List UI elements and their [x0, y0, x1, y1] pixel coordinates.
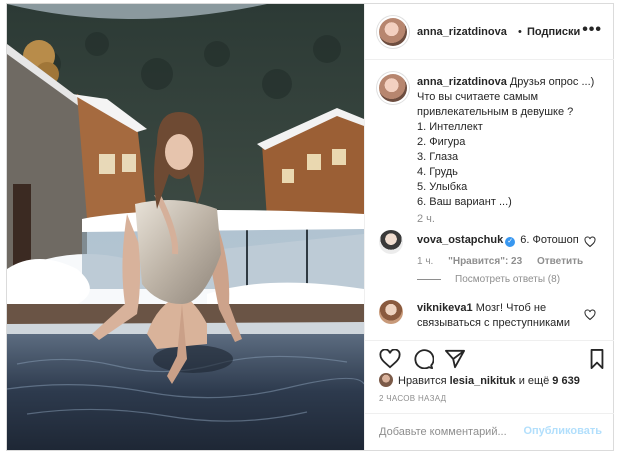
- more-options-icon[interactable]: •••: [582, 21, 602, 39]
- separator-dot: •: [518, 26, 522, 38]
- comment-likes-count[interactable]: "Нравится": 23: [448, 256, 522, 267]
- caption-avatar[interactable]: [379, 74, 407, 102]
- comment-time[interactable]: 1 ч.: [417, 256, 433, 267]
- likes-count[interactable]: 9 639: [552, 375, 580, 387]
- publish-button[interactable]: Опубликовать: [523, 425, 602, 437]
- view-replies-label: Посмотреть ответы (8): [455, 274, 561, 285]
- share-icon[interactable]: [444, 349, 466, 369]
- caption-line: 1. Интеллект: [417, 121, 483, 133]
- post-sidebar: anna_rizatdinova • Подписки ••• anna_riz…: [364, 4, 614, 450]
- caption-time[interactable]: 2 ч.: [417, 213, 435, 225]
- comment-icon[interactable]: [412, 349, 434, 369]
- comment-username[interactable]: viknikeva1: [417, 302, 473, 314]
- comment-like-heart-icon[interactable]: [584, 236, 596, 248]
- photo-illustration: [7, 4, 364, 450]
- add-comment-bar: Опубликовать: [365, 413, 614, 450]
- comment-body: 6. Фотошоп: [520, 234, 579, 246]
- caption-line: 5. Улыбка: [417, 181, 468, 193]
- caption-line: Друзья опрос ...): [509, 76, 595, 88]
- likes-prefix: Нравится: [398, 375, 447, 387]
- post-timestamp[interactable]: 2 ЧАСОВ НАЗАД: [379, 394, 446, 403]
- caption-text: anna_rizatdinova Друзья опрос ...) Что вы…: [417, 75, 607, 210]
- likes-suffix: и ещё: [518, 375, 550, 387]
- bookmark-icon[interactable]: [589, 349, 605, 369]
- comment-username[interactable]: vova_ostapchuk: [417, 234, 503, 246]
- action-bar: [365, 340, 614, 376]
- view-replies-button[interactable]: Посмотреть ответы (8): [417, 274, 560, 285]
- comment-meta: 1 ч. "Нравится": 23 Ответить: [417, 256, 595, 267]
- comment-text: vova_ostapchuk ✓ 6. Фотошоп: [417, 233, 587, 248]
- caption-username[interactable]: anna_rizatdinova: [417, 76, 507, 88]
- caption-line: 2. Фигура: [417, 136, 466, 148]
- caption-line: Что вы считаете самым: [417, 91, 538, 103]
- caption-line: привлекательным в девушке ?: [417, 106, 574, 118]
- liker-username[interactable]: lesia_nikituk: [450, 375, 516, 387]
- post-header: anna_rizatdinova • Подписки •••: [365, 4, 614, 60]
- author-avatar[interactable]: [379, 18, 407, 46]
- author-username[interactable]: anna_rizatdinova: [417, 26, 507, 38]
- caption-line: 4. Грудь: [417, 166, 458, 178]
- instagram-post: anna_rizatdinova • Подписки ••• anna_riz…: [6, 3, 614, 451]
- post-photo[interactable]: [7, 4, 364, 450]
- comment-like-heart-icon[interactable]: [584, 309, 596, 321]
- following-button[interactable]: Подписки: [527, 26, 580, 38]
- replies-divider: [417, 278, 441, 280]
- comment-avatar[interactable]: [379, 230, 403, 254]
- comment-avatar[interactable]: [379, 300, 403, 324]
- comment-input[interactable]: [379, 424, 529, 440]
- verified-badge-icon: ✓: [505, 237, 516, 247]
- liker-avatar[interactable]: [379, 373, 393, 387]
- caption-line: 6. Ваш вариант ...): [417, 196, 512, 208]
- likes-summary: Нравится lesia_nikituk и ещё 9 639: [379, 373, 580, 387]
- comments-list[interactable]: anna_rizatdinova Друзья опрос ...) Что вы…: [365, 60, 614, 340]
- comment-text: viknikeva1 Мозг! Чтоб не связываться с п…: [417, 301, 587, 331]
- heart-icon[interactable]: [379, 349, 401, 369]
- caption-line: 3. Глаза: [417, 151, 459, 163]
- comment-reply-button[interactable]: Ответить: [537, 256, 583, 267]
